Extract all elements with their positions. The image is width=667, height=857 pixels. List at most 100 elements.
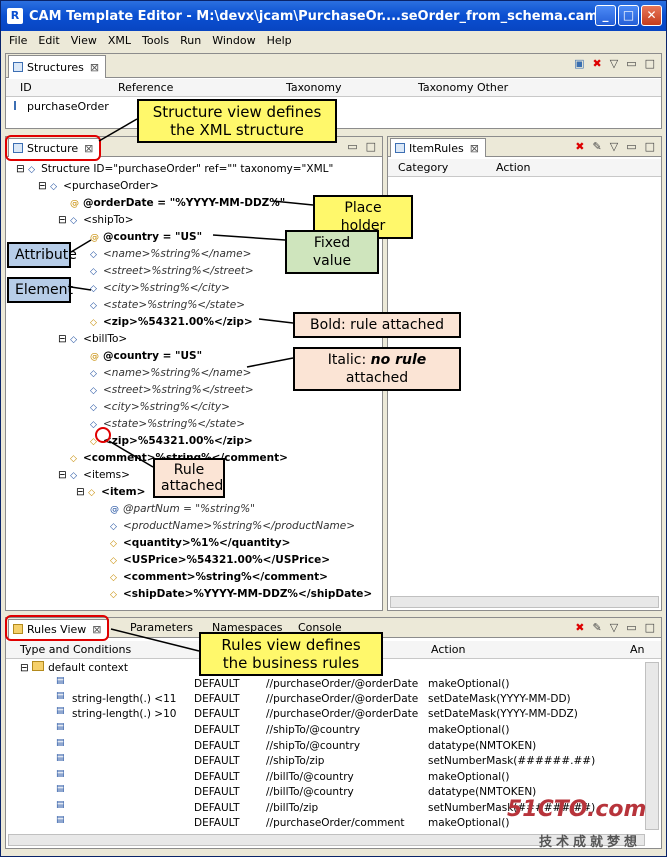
tree-node[interactable]: ◇ <zip>%54321.00%</zip> (90, 314, 253, 330)
highlight-rule-icon (95, 427, 111, 443)
minimize-icon[interactable]: ▭ (626, 140, 636, 153)
structures-toolbar: ▣ ✖ ▽ ▭ □ (574, 57, 655, 70)
menu-view[interactable]: View (71, 34, 97, 47)
delete-icon[interactable]: ✖ (575, 140, 584, 153)
minimize-icon[interactable]: ▭ (626, 57, 636, 70)
delete-icon[interactable]: ✖ (593, 57, 602, 70)
structures-header: ID Reference Taxonomy Taxonomy Other (6, 79, 661, 97)
maximize-icon[interactable]: □ (645, 57, 655, 70)
tab-structures[interactable]: Structures ⊠ (8, 55, 107, 78)
tree-node[interactable]: @ @country = "US" (90, 229, 202, 245)
table-row[interactable]: ▤ DEFAULT//shipTo/@country datatype(NMTOKE… (6, 739, 646, 754)
table-row[interactable]: ▤ DEFAULT//billTo/@country makeOptional() (6, 770, 646, 785)
col-taxonomy-other[interactable]: Taxonomy Other (418, 81, 508, 94)
callout-element: Element (7, 277, 73, 303)
rules-vscrollbar[interactable] (645, 662, 659, 830)
view-menu-icon[interactable]: ▽ (610, 621, 618, 634)
table-row[interactable]: ▤ DEFAULT//shipTo/zip setNumberMask(######… (6, 754, 646, 769)
tree-node[interactable]: ◇ <quantity>%1%</quantity> (110, 535, 290, 551)
tree-node[interactable]: ⊟ ◇ <purchaseOrder> (38, 178, 159, 194)
col-action[interactable]: Action (496, 161, 530, 174)
itemrules-hscrollbar[interactable] (390, 596, 659, 608)
minimize-button[interactable]: _ (595, 5, 616, 26)
tree-node[interactable]: ◇ <name>%string%</name> (90, 246, 251, 262)
rules-toolbar: ✖ ✎ ▽ ▭ □ (575, 621, 655, 634)
close-icon[interactable]: ⊠ (470, 142, 479, 155)
structure-toolbar: ▭ □ (347, 140, 376, 153)
tree-node[interactable]: ⊟ ◇ <billTo> (58, 331, 127, 347)
tree-node[interactable]: ⊟ ◇ <item> (76, 484, 145, 500)
menu-help[interactable]: Help (267, 34, 292, 47)
col-an[interactable]: An (630, 643, 645, 656)
tree-node[interactable]: ⊟ ◇ <items> (58, 467, 130, 483)
itemrules-tabstrip: ItemRules ⊠ ✖ ✎ ▽ ▭ □ (388, 137, 661, 157)
edit-icon[interactable]: ✎ (593, 621, 602, 634)
tree-node[interactable]: ◇ <city>%string%</city> (90, 280, 230, 296)
structure-row[interactable]: purchaseOrder (14, 100, 109, 113)
structure-icon (14, 101, 23, 110)
tree-node[interactable]: ◇ <zip>%54321.00%</zip> (90, 433, 253, 449)
tree-node[interactable]: ◇ <state>%string%</state> (90, 416, 245, 432)
title-bar: R CAM Template Editor - M:\devx\jcam\Pur… (1, 1, 666, 31)
maximize-icon[interactable]: □ (645, 621, 655, 634)
col-reference[interactable]: Reference (118, 81, 173, 94)
tree-node[interactable]: ◇ <city>%string%</city> (90, 399, 230, 415)
menu-edit[interactable]: Edit (38, 34, 59, 47)
tree-node[interactable]: @ @orderDate = "%YYYY-MM-DDZ%" (70, 195, 285, 211)
maximize-icon[interactable]: □ (645, 140, 655, 153)
col-type-conditions[interactable]: Type and Conditions (20, 643, 131, 656)
minimize-icon[interactable]: ▭ (626, 621, 636, 634)
app-window: R CAM Template Editor - M:\devx\jcam\Pur… (0, 0, 667, 857)
maximize-icon[interactable]: □ (366, 140, 376, 153)
tab-structures-label: Structures (27, 61, 84, 74)
menu-run[interactable]: Run (180, 34, 201, 47)
menu-bar: File Edit View XML Tools Run Window Help (1, 31, 666, 49)
col-id[interactable]: ID (20, 81, 32, 94)
close-icon[interactable]: ⊠ (90, 61, 99, 74)
view-menu-icon[interactable]: ▽ (610, 57, 618, 70)
tree-node[interactable]: ⊟ ◇ <shipTo> (58, 212, 134, 228)
tree-node[interactable]: ◇<comment>%string%</comment> (110, 569, 328, 585)
tab-itemrules[interactable]: ItemRules ⊠ (390, 138, 486, 157)
menu-file[interactable]: File (9, 34, 27, 47)
tab-parameters[interactable]: Parameters (114, 621, 193, 634)
table-row[interactable]: ▤ string-length(.) >10 DEFAULT//purchaseOr… (6, 707, 646, 722)
callout-rule-attached: Rule attached (153, 458, 225, 498)
view-menu-icon[interactable]: ▽ (610, 140, 618, 153)
tree-node[interactable]: @ @country = "US" (90, 348, 202, 364)
menu-window[interactable]: Window (212, 34, 255, 47)
tree-node[interactable]: ⊟ ◇ Structure ID="purchaseOrder" ref="" t… (16, 161, 333, 177)
edit-icon[interactable]: ✎ (593, 140, 602, 153)
callout-attribute: Attribute (7, 242, 77, 268)
delete-icon[interactable]: ✖ (575, 621, 584, 634)
tree-node[interactable]: ◇ <shipDate>%YYYY-MM-DDZ%</shipDate> (110, 586, 372, 602)
table-row[interactable]: ▤ DEFAULT//shipTo/@country makeOptional() (6, 723, 646, 738)
tree-node[interactable]: @ @partNum = "%string%" (110, 501, 255, 517)
tree-node[interactable]: ◇ <street>%string%</street> (90, 382, 254, 398)
col-category[interactable]: Category (398, 161, 448, 174)
col-taxonomy[interactable]: Taxonomy (286, 81, 341, 94)
watermark-slogan: 技术成就梦想 (539, 835, 642, 850)
tree-node[interactable]: ◇ <USPrice>%54321.00%</USPrice> (110, 552, 330, 568)
itemrules-toolbar: ✖ ✎ ▽ ▭ □ (575, 140, 655, 153)
maximize-button[interactable]: □ (618, 5, 639, 26)
tree-node[interactable]: ◇ <productName>%string%</productName> (110, 518, 355, 534)
callout-bold-rule: Bold: rule attached (293, 312, 461, 338)
tree-node[interactable]: ◇ <street>%string%</street> (90, 263, 254, 279)
table-row[interactable]: ▤ string-length(.) <11 DEFAULT//purchaseOr… (6, 692, 646, 707)
minimize-icon[interactable]: ▭ (347, 140, 357, 153)
tree-node[interactable]: ◇ <state>%string%</state> (90, 297, 245, 313)
window-title: CAM Template Editor - M:\devx\jcam\Purch… (29, 8, 598, 24)
col-action[interactable]: Action (431, 643, 465, 656)
close-button[interactable]: ✕ (641, 5, 662, 26)
callout-structure-view: Structure view defines the XML structure (137, 99, 337, 143)
highlight-structure-tab (5, 135, 101, 161)
watermark-logo: 51CTO.com (507, 797, 647, 822)
group-row[interactable]: ⊟ default context (20, 661, 128, 676)
tree-node[interactable]: ◇ <name>%string%</name> (90, 365, 251, 381)
menu-xml[interactable]: XML (108, 34, 131, 47)
tab-itemrules-label: ItemRules (409, 142, 464, 155)
menu-tools[interactable]: Tools (142, 34, 169, 47)
table-row[interactable]: ▤ DEFAULT//purchaseOrder/@orderDate makeOp… (6, 677, 646, 692)
new-structure-icon[interactable]: ▣ (574, 57, 584, 70)
